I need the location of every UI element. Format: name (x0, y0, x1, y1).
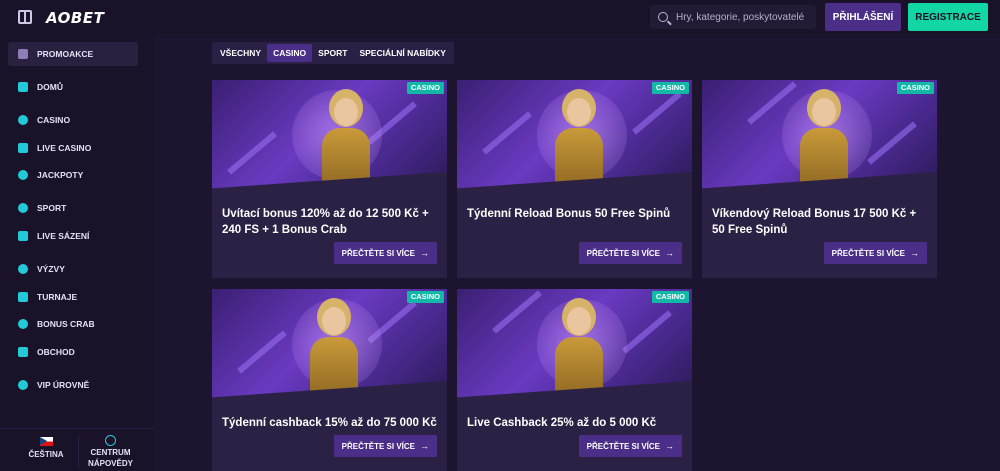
promo-card[interactable]: CASINO Týdenní cashback 15% až do 75 000… (212, 289, 447, 471)
arrow-right-icon: → (910, 248, 919, 258)
diamond-icon (18, 380, 28, 390)
promo-image (212, 289, 447, 402)
promo-image (702, 80, 937, 193)
arrow-right-icon: → (665, 441, 674, 451)
clover-icon (18, 170, 28, 180)
sport-icon (18, 203, 28, 213)
tab-vsechny[interactable]: VŠECHNY (214, 44, 267, 62)
logo[interactable]: AOBET (46, 9, 104, 27)
sidebar-item-live-sazeni[interactable]: LIVE SÁZENÍ (8, 224, 138, 248)
search-icon (658, 12, 668, 22)
top-bar: AOBET PŘIHLÁŠENÍ REGISTRACE (0, 0, 1000, 34)
promo-image (457, 289, 692, 402)
sidebar-item-label: SPORT (37, 203, 67, 213)
help-label-line2: NÁPOVĚDY (88, 459, 133, 468)
gift-icon (18, 49, 28, 59)
home-icon (18, 82, 28, 92)
sidebar-item-live-casino[interactable]: LIVE CASINO (8, 136, 138, 160)
sidebar-item-obchod[interactable]: OBCHOD (8, 340, 138, 364)
live-cards-icon (18, 143, 28, 153)
language-label: ČEŠTINA (28, 450, 64, 459)
promo-filter-tabs: VŠECHNY CASINO SPORT SPECIÁLNÍ NABÍDKY (212, 42, 454, 64)
read-more-label: PŘEČTĚTE SI VÍCE (341, 248, 415, 258)
tab-sport[interactable]: SPORT (312, 44, 353, 62)
music-note-icon (18, 115, 28, 125)
tab-casino[interactable]: CASINO (267, 44, 313, 62)
read-more-label: PŘEČTĚTE SI VÍCE (586, 248, 660, 258)
sidebar-item-label: JACKPOTY (37, 170, 84, 180)
read-more-label: PŘEČTĚTE SI VÍCE (831, 248, 905, 258)
register-button[interactable]: REGISTRACE (908, 3, 988, 31)
category-badge: CASINO (406, 291, 444, 303)
read-more-button[interactable]: PŘEČTĚTE SI VÍCE → (578, 242, 682, 264)
sidebar: PROMOAKCE DOMŮ CASINO LIVE CASINO JACKPO… (0, 34, 154, 471)
promo-card[interactable]: CASINO Víkendový Reload Bonus 17 500 Kč … (702, 80, 937, 278)
sidebar-item-label: VIP ÚROVNĚ (37, 380, 90, 390)
arrow-right-icon: → (665, 248, 674, 258)
category-badge: CASINO (896, 82, 934, 94)
sidebar-item-vip-urovne[interactable]: VIP ÚROVNĚ (8, 373, 138, 397)
read-more-button[interactable]: PŘEČTĚTE SI VÍCE → (823, 242, 927, 264)
sidebar-item-label: OBCHOD (37, 347, 75, 357)
sidebar-item-turnaje[interactable]: TURNAJE (8, 285, 138, 309)
read-more-button[interactable]: PŘEČTĚTE SI VÍCE → (333, 242, 437, 264)
category-badge: CASINO (651, 82, 689, 94)
search-input[interactable] (676, 11, 816, 23)
sidebar-item-label: CASINO (37, 115, 71, 125)
promo-card[interactable]: CASINO Uvítací bonus 120% až do 12 500 K… (212, 80, 447, 278)
sidebar-item-label: DOMŮ (37, 82, 63, 92)
sidebar-toggle-icon[interactable] (18, 10, 32, 24)
sidebar-item-domu[interactable]: DOMŮ (8, 75, 138, 99)
promo-image (212, 80, 447, 193)
sidebar-item-label: LIVE SÁZENÍ (37, 231, 90, 241)
read-more-button[interactable]: PŘEČTĚTE SI VÍCE → (578, 435, 682, 457)
medal-icon (18, 264, 28, 274)
help-center-link[interactable]: CENTRUM NÁPOVĚDY (78, 435, 142, 469)
promo-image (457, 80, 692, 193)
sidebar-item-jackpoty[interactable]: JACKPOTY (8, 163, 138, 187)
sidebar-item-label: LIVE CASINO (37, 143, 92, 153)
arrow-right-icon: → (420, 248, 429, 258)
sidebar-item-label: PROMOAKCE (37, 49, 94, 59)
sidebar-item-label: BONUS CRAB (37, 319, 95, 329)
sidebar-item-bonus-crab[interactable]: BONUS CRAB (8, 312, 138, 336)
czech-flag-icon (39, 437, 53, 446)
login-button[interactable]: PŘIHLÁŠENÍ (825, 3, 901, 31)
language-selector[interactable]: ČEŠTINA (26, 437, 66, 459)
sidebar-item-sport[interactable]: SPORT (8, 196, 138, 220)
live-bet-icon (18, 231, 28, 241)
read-more-label: PŘEČTĚTE SI VÍCE (341, 441, 415, 451)
help-label-line1: CENTRUM (90, 448, 131, 457)
sidebar-item-label: VÝZVY (37, 264, 65, 274)
read-more-label: PŘEČTĚTE SI VÍCE (586, 441, 660, 451)
arrow-right-icon: → (420, 441, 429, 451)
help-icon (105, 435, 116, 446)
promo-title: Uvítací bonus 120% až do 12 500 Kč + 240… (222, 208, 429, 236)
promo-title: Týdenní Reload Bonus 50 Free Spinů (467, 208, 671, 220)
trophy-icon (18, 292, 28, 302)
category-badge: CASINO (651, 291, 689, 303)
sidebar-item-vyzvy[interactable]: VÝZVY (8, 257, 138, 281)
promo-card[interactable]: CASINO Live Cashback 25% až do 5 000 Kč … (457, 289, 692, 471)
basket-icon (18, 347, 28, 357)
read-more-button[interactable]: PŘEČTĚTE SI VÍCE → (333, 435, 437, 457)
sidebar-footer: ČEŠTINA CENTRUM NÁPOVĚDY (0, 428, 154, 471)
category-badge: CASINO (406, 82, 444, 94)
promo-card[interactable]: CASINO Týdenní Reload Bonus 50 Free Spin… (457, 80, 692, 278)
sidebar-item-promoakce[interactable]: PROMOAKCE (8, 42, 138, 66)
tab-specialni-nabidky[interactable]: SPECIÁLNÍ NABÍDKY (353, 44, 451, 62)
promo-title: Víkendový Reload Bonus 17 500 Kč + 50 Fr… (712, 208, 917, 236)
promo-title: Live Cashback 25% až do 5 000 Kč (467, 417, 657, 429)
crab-icon (18, 319, 28, 329)
promo-title: Týdenní cashback 15% až do 75 000 Kč (222, 417, 437, 429)
sidebar-item-label: TURNAJE (37, 292, 78, 302)
search-box[interactable] (650, 5, 816, 29)
sidebar-item-casino[interactable]: CASINO (8, 108, 138, 132)
